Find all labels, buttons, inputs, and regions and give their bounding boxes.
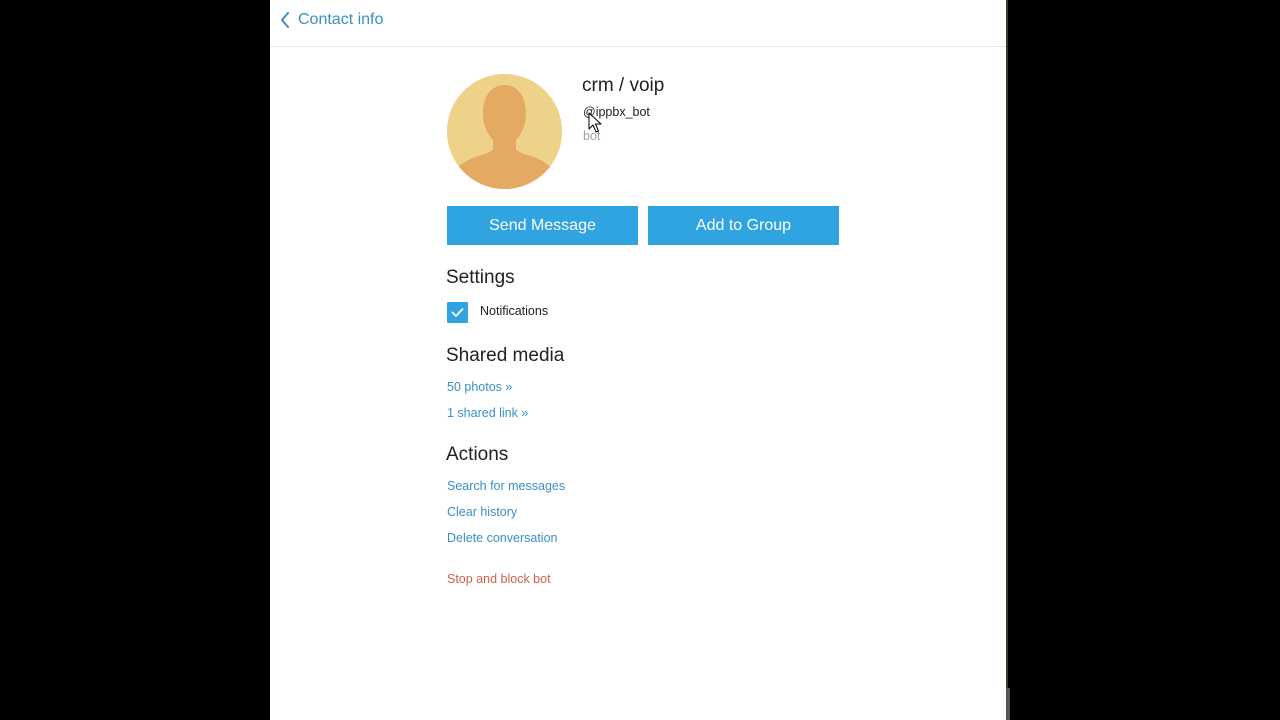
window-edge: [1006, 0, 1008, 720]
clear-history-link[interactable]: Clear history: [447, 505, 517, 519]
window-edge-corner: [1006, 688, 1010, 720]
profile-status: bot: [583, 129, 601, 143]
chevron-left-icon: [281, 12, 289, 28]
delete-conversation-link[interactable]: Delete conversation: [447, 531, 557, 545]
checkmark-icon: [451, 308, 464, 317]
shared-photos-link[interactable]: 50 photos »: [447, 380, 512, 394]
notifications-checkbox[interactable]: [447, 302, 468, 323]
profile-username[interactable]: @ippbx_bot: [583, 105, 650, 119]
shared-media-title: Shared media: [446, 345, 565, 366]
avatar[interactable]: [447, 74, 562, 189]
stop-and-block-bot-link[interactable]: Stop and block bot: [447, 572, 551, 586]
contact-info-panel: Contact info crm / voip @ippbx_bot bot S…: [270, 0, 1006, 720]
panel-header: Contact info: [270, 0, 1006, 47]
default-user-avatar-icon: [447, 74, 562, 189]
send-message-button[interactable]: Send Message: [447, 206, 638, 245]
back-button-label: Contact info: [298, 11, 384, 28]
add-to-group-button[interactable]: Add to Group: [648, 206, 839, 245]
actions-title: Actions: [446, 444, 509, 465]
profile-name: crm / voip: [582, 75, 665, 96]
settings-title: Settings: [446, 267, 515, 288]
back-button[interactable]: Contact info: [280, 8, 383, 32]
notifications-label[interactable]: Notifications: [480, 304, 548, 318]
shared-links-link[interactable]: 1 shared link »: [447, 406, 528, 420]
search-messages-link[interactable]: Search for messages: [447, 479, 565, 493]
